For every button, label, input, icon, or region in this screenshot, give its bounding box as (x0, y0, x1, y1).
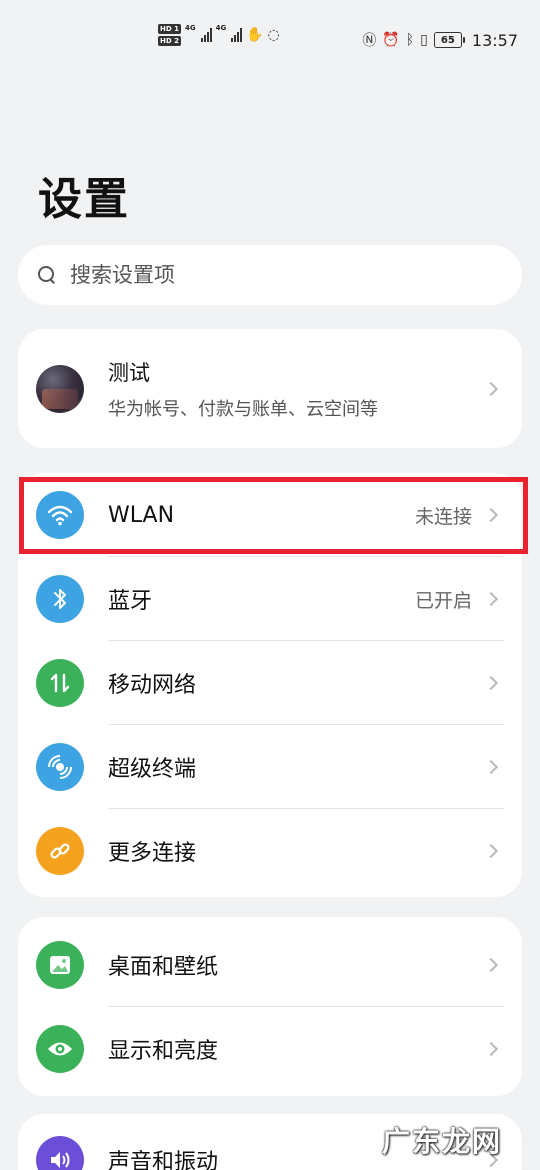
search-input[interactable] (70, 263, 490, 287)
settings-item-label: 更多连接 (108, 841, 197, 866)
display-settings-group: 桌面和壁纸 显示和亮度 (18, 917, 522, 1096)
battery-icon: 65 (433, 32, 465, 48)
account-card[interactable]: 测试 华为帐号、付款与账单、云空间等 (18, 329, 522, 448)
vibrate-icon: ▯ (420, 32, 428, 48)
settings-item-display-brightness[interactable]: 显示和亮度 (18, 1007, 522, 1091)
settings-item-wlan[interactable]: WLAN 未连接 (18, 473, 522, 557)
chevron-right-icon (483, 381, 499, 396)
chevron-right-icon (483, 957, 499, 973)
chevron-right-icon (483, 759, 499, 775)
status-bar: HD 1 HD 2 4G 4G ✋ ◌ Ⓝ ⏰ ᛒ ▯ 65 13:57 (0, 0, 540, 80)
avatar (36, 364, 84, 413)
link-icon (36, 827, 84, 875)
mobile-data-icon (36, 659, 84, 707)
search-icon (38, 266, 56, 284)
wallpaper-icon (36, 941, 84, 989)
chat-icon: ◌ (267, 27, 280, 43)
settings-item-label: 显示和亮度 (108, 1039, 219, 1064)
watermark: 广东龙网 (381, 1125, 502, 1158)
account-info: 测试 华为帐号、付款与账单、云空间等 (108, 357, 486, 421)
account-subtitle: 华为帐号、付款与账单、云空间等 (108, 398, 378, 420)
chevron-right-icon (483, 507, 499, 523)
hd2-label: HD 2 (158, 36, 181, 46)
settings-item-value: 已开启 (414, 589, 472, 612)
volume-icon (36, 1136, 84, 1170)
settings-item-more-connections[interactable]: 更多连接 (18, 809, 522, 893)
clock: 13:57 (471, 30, 518, 50)
settings-item-wallpaper[interactable]: 桌面和壁纸 (18, 923, 522, 1007)
chevron-right-icon (483, 591, 499, 607)
alarm-icon: ⏰ (382, 32, 400, 48)
network-type-2: 4G (215, 24, 227, 32)
account-name: 测试 (108, 360, 150, 385)
settings-item-bluetooth[interactable]: 蓝牙 已开启 (18, 557, 522, 641)
network-type-1: 4G (184, 24, 196, 32)
hand-icon: ✋ (246, 27, 264, 43)
settings-item-super-device[interactable]: 超级终端 (18, 725, 522, 809)
hd1-label: HD 1 (158, 24, 181, 34)
chevron-right-icon (483, 675, 499, 691)
settings-item-label: WLAN (108, 502, 175, 528)
settings-item-value: 未连接 (414, 505, 472, 528)
settings-item-label: 蓝牙 (108, 589, 153, 614)
settings-item-label: 移动网络 (108, 673, 197, 698)
signal-icon (231, 28, 243, 42)
status-bar-right: Ⓝ ⏰ ᛒ ▯ 65 13:57 (362, 30, 518, 50)
chevron-right-icon (483, 843, 499, 859)
bluetooth-status-icon: ᛒ (405, 32, 415, 48)
signal-icon (200, 28, 212, 42)
eye-icon (36, 1025, 84, 1073)
settings-item-label: 超级终端 (108, 757, 197, 782)
settings-item-mobile-network[interactable]: 移动网络 (18, 641, 522, 725)
network-settings-group: WLAN 未连接 蓝牙 已开启 移动网络 超级终端 更多连接 (18, 473, 522, 897)
super-device-icon (36, 743, 84, 791)
chevron-right-icon (483, 1041, 499, 1057)
settings-item-label: 桌面和壁纸 (108, 955, 219, 980)
hd-indicator: HD 1 HD 2 (158, 24, 181, 46)
wifi-icon (36, 491, 84, 539)
search-bar[interactable] (18, 245, 522, 305)
nfc-icon: Ⓝ (362, 33, 377, 49)
battery-level: 65 (440, 34, 455, 46)
status-bar-left: HD 1 HD 2 4G 4G ✋ ◌ (158, 24, 280, 46)
bluetooth-icon (36, 575, 84, 623)
page-title: 设置 (38, 174, 130, 225)
